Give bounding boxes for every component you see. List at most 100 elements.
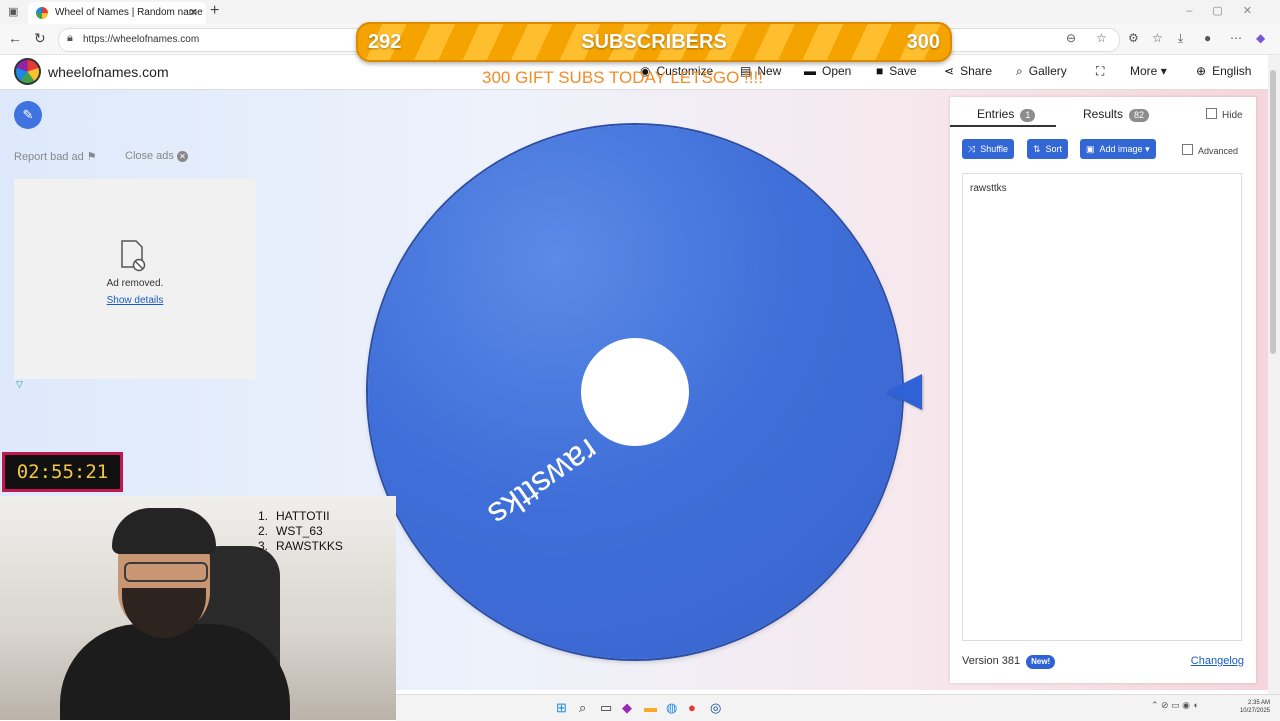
- entries-panel: Entries 1 Results 82 Hide ⤨ Shuffle ⇅ Sort ▣…: [950, 97, 1256, 683]
- wheel-logo-icon[interactable]: [14, 58, 41, 85]
- subscribers-label: SUBSCRIBERS: [581, 31, 727, 53]
- save-icon: ■: [876, 64, 884, 78]
- streamer-glasses: [124, 562, 208, 582]
- fullscreen-icon: ⛶: [1096, 64, 1105, 78]
- add-image-button[interactable]: ▣ Add image ▾: [1080, 139, 1156, 159]
- advanced-checkbox[interactable]: Advanced: [1182, 144, 1238, 156]
- entries-textarea[interactable]: rawsttks: [962, 173, 1242, 641]
- folder-icon: ▬: [804, 64, 816, 78]
- changelog-link[interactable]: Changelog: [1191, 655, 1244, 667]
- window-controls[interactable]: –▢✕: [1186, 4, 1272, 17]
- ad-choices-icon[interactable]: ▽: [16, 379, 23, 390]
- language-label: English: [1212, 64, 1252, 78]
- task-view-icon[interactable]: ▭: [600, 700, 612, 716]
- open-label: Open: [822, 64, 852, 78]
- tab-actions-icon[interactable]: ▣: [8, 5, 18, 18]
- gift-subs-overlay: 300 GIFT SUBS TODAY LETSGO !!!!: [482, 68, 763, 87]
- ad-removed-text: Ad removed.: [106, 278, 164, 289]
- entries-tab-label: Entries: [977, 107, 1015, 121]
- flag-icon: ⚑: [86, 151, 97, 163]
- plus-icon[interactable]: +: [210, 2, 219, 20]
- scrollbar-thumb[interactable]: [1270, 70, 1276, 354]
- favorite-star-icon[interactable]: ☆: [1096, 31, 1107, 45]
- more-dots-icon[interactable]: ⋯: [1230, 31, 1242, 45]
- hide-label: Hide: [1222, 110, 1243, 121]
- share-icon: ⋖: [944, 64, 955, 78]
- shuffle-label: Shuffle: [980, 144, 1009, 154]
- checkbox-icon: [1206, 108, 1217, 119]
- site-name[interactable]: wheelofnames.com: [48, 64, 169, 80]
- wheel-center[interactable]: [581, 338, 689, 446]
- gallery-button[interactable]: ⌕ Gallery: [1016, 64, 1067, 79]
- close-icon[interactable]: ✕: [189, 6, 198, 19]
- reader-icon[interactable]: ⊖: [1066, 31, 1076, 45]
- wheel-pointer-icon: [886, 374, 922, 410]
- close-ads-link[interactable]: Close ads ✕: [125, 150, 188, 162]
- winner-name: HATTOTII: [276, 509, 330, 524]
- caret-down-icon: ▾: [1145, 144, 1150, 154]
- extensions-icon[interactable]: ⚙: [1128, 31, 1139, 45]
- show-details-link[interactable]: Show details: [14, 295, 256, 306]
- steam-icon[interactable]: ◎: [710, 700, 721, 716]
- stream-timer: 02:55:21: [2, 452, 123, 492]
- share-button[interactable]: ⋖ Share: [944, 64, 992, 78]
- browser-tab-bar: ▣ Wheel of Names | Random name ✕ + –▢✕: [0, 0, 1280, 24]
- lock-icon: 🔒︎: [67, 32, 73, 44]
- winner-rank: 1.: [258, 509, 269, 523]
- back-arrow-icon[interactable]: ←: [8, 30, 22, 46]
- refresh-icon[interactable]: ↻: [34, 30, 46, 47]
- add-image-label: Add image: [1099, 144, 1143, 154]
- winner-name: RAWSTKKS: [276, 539, 343, 554]
- caret-down-icon: ▾: [1160, 64, 1167, 78]
- ad-removed-icon: [121, 240, 146, 272]
- entry-line: rawsttks: [970, 183, 1007, 194]
- version-label: Version 381: [962, 655, 1021, 667]
- search-icon[interactable]: ⌕: [579, 700, 586, 716]
- more-menu-button[interactable]: More ▾: [1130, 64, 1167, 78]
- collections-icon[interactable]: ☆: [1152, 31, 1163, 45]
- edge-browser-icon[interactable]: ◍: [666, 700, 677, 716]
- profile-avatar-icon[interactable]: ●: [1204, 31, 1211, 45]
- tab-results[interactable]: Results 82: [1083, 107, 1150, 122]
- gallery-label: Gallery: [1028, 64, 1067, 78]
- results-count-badge: 82: [1129, 109, 1150, 122]
- file-explorer-icon[interactable]: ▬: [644, 700, 657, 715]
- checkbox-icon: [1182, 144, 1193, 155]
- shuffle-button[interactable]: ⤨ Shuffle: [962, 139, 1015, 159]
- clock-time: 2:35 AM: [1247, 700, 1270, 706]
- entries-count-badge: 1: [1020, 109, 1036, 122]
- fullscreen-button[interactable]: ⛶: [1096, 64, 1110, 79]
- save-button[interactable]: ■ Save: [876, 64, 917, 78]
- language-button[interactable]: ⊕ English: [1196, 64, 1251, 78]
- winner-name: WST_63: [276, 524, 323, 539]
- tab-entries[interactable]: Entries 1: [977, 107, 1036, 122]
- winner-item: 3. RAWSTKKS: [258, 539, 343, 554]
- download-icon[interactable]: ⤓: [1178, 31, 1183, 46]
- url-text: https://wheelofnames.com: [83, 34, 200, 45]
- winner-rank: 3.: [258, 539, 269, 553]
- copilot-icon[interactable]: ◆: [622, 700, 632, 716]
- winner-item: 1. HATTOTII: [258, 509, 330, 524]
- save-label: Save: [889, 64, 917, 78]
- subscriber-goal-bar: SUBSCRIBERS 292 300: [356, 22, 952, 62]
- pencil-icon[interactable]: ✎: [14, 101, 42, 129]
- copilot-icon[interactable]: ◆: [1256, 31, 1265, 45]
- windows-start-icon[interactable]: ⊞: [556, 700, 567, 716]
- active-tab-indicator: [950, 125, 1056, 127]
- report-ad-link[interactable]: Report bad ad ⚑: [14, 150, 97, 163]
- hide-checkbox[interactable]: Hide: [1206, 108, 1243, 121]
- system-clock[interactable]: 2:35 AM 10/27/2025: [1240, 699, 1270, 715]
- more-label: More: [1130, 64, 1158, 78]
- streamer-cap: [112, 508, 216, 554]
- advanced-label: Advanced: [1198, 146, 1239, 156]
- sort-icon: ⇅: [1033, 144, 1041, 154]
- recording-app-icon[interactable]: ●: [688, 700, 696, 715]
- subscribers-current: 292: [368, 31, 402, 53]
- tray-icons[interactable]: ⌃ ⊘ ▭ ◉ ◖: [1151, 700, 1198, 711]
- globe-icon: ⊕: [1196, 64, 1207, 78]
- open-button[interactable]: ▬ Open: [804, 64, 851, 78]
- sort-button[interactable]: ⇅ Sort: [1027, 139, 1069, 159]
- results-tab-label: Results: [1083, 107, 1124, 121]
- streamer-shirt: [60, 624, 290, 720]
- browser-tab[interactable]: Wheel of Names | Random name ✕: [28, 2, 206, 24]
